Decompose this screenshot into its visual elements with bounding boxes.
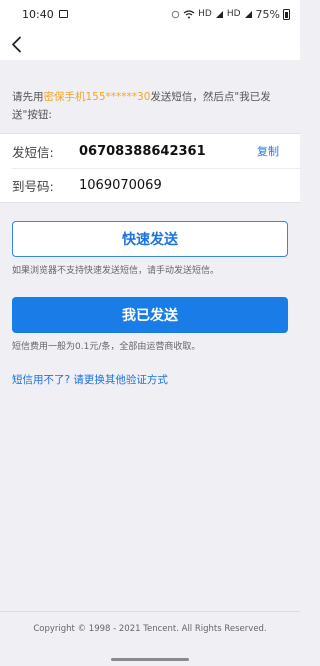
footer-copyright: Copyright © 1998 - 2021 Tencent. All Rig… <box>0 611 300 645</box>
status-left: 10:40 <box>22 8 68 21</box>
sent-button[interactable]: 我已发送 <box>12 297 288 333</box>
status-right: HD HD 75% <box>171 8 290 21</box>
chevron-left-icon <box>11 36 21 52</box>
network-label-2: HD <box>226 9 241 19</box>
quick-send-button[interactable]: 快速发送 <box>12 221 288 257</box>
sms-number-value: 1069070069 <box>79 178 162 193</box>
status-time: 10:40 <box>22 7 54 21</box>
fee-hint: 短信费用一般为0.1元/条，全部由运营商收取。 <box>12 342 201 352</box>
sms-content-value: 06708388642361 <box>79 143 206 159</box>
alternative-verification-link[interactable]: 短信用不了? 请更换其他验证方式 <box>0 372 300 387</box>
wifi-icon <box>183 9 195 18</box>
battery-percent: 75% <box>255 7 280 21</box>
home-indicator <box>111 658 189 661</box>
alarm-icon <box>171 10 180 18</box>
copy-button[interactable]: 复制 <box>257 143 279 159</box>
signal-icon-2 <box>244 10 252 18</box>
battery-icon <box>283 8 290 20</box>
back-button[interactable] <box>6 33 26 55</box>
instruction-prefix: 请先用 <box>12 91 44 103</box>
browser-hint: 如果浏览器不支持快速发送短信，请手动发送短信。 <box>12 266 220 276</box>
gallery-icon <box>58 10 68 18</box>
network-label-1: HD <box>198 9 212 19</box>
instruction-text: 请先用密保手机155******30发送短信，然后点"我已发送"按钮: <box>0 88 300 124</box>
sms-info-card: 发短信: 06708388642361 复制 到号码: 1069070069 <box>0 133 300 203</box>
nav-bar <box>0 28 300 60</box>
phone-highlight: 密保手机155******30 <box>43 91 151 103</box>
sms-content-label: 发短信: <box>12 144 54 160</box>
signal-icon <box>215 10 223 18</box>
sms-content-row: 发短信: 06708388642361 复制 <box>0 134 300 168</box>
status-bar: 10:40 HD HD 75% <box>0 0 300 28</box>
sms-number-row: 到号码: 1069070069 <box>12 168 300 202</box>
sms-number-label: 到号码: <box>12 179 54 194</box>
